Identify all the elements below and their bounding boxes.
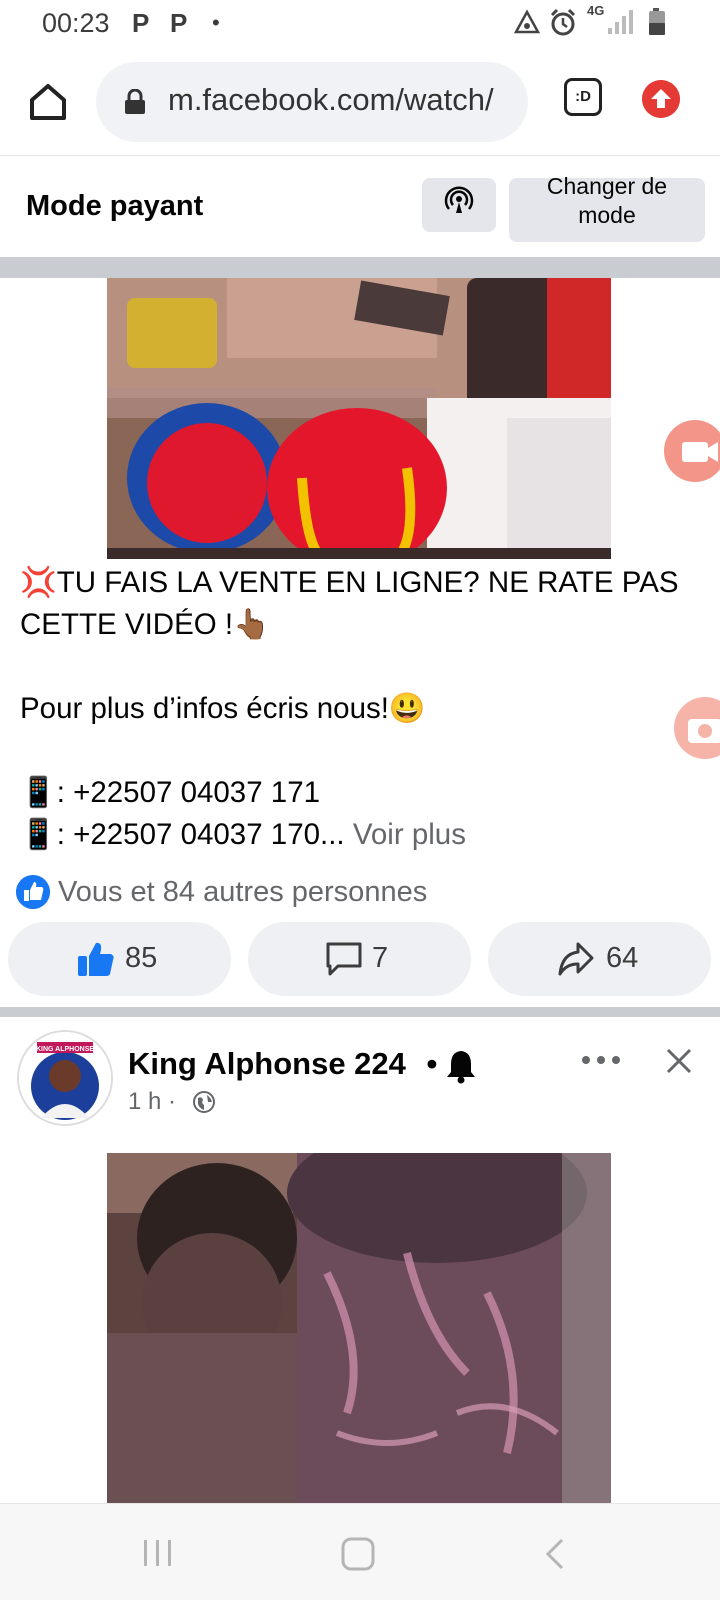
mode-title: Mode payant xyxy=(26,190,204,222)
video-record-icon xyxy=(682,442,718,462)
change-mode-button[interactable]: Changer de mode xyxy=(509,173,705,242)
url-bar[interactable]: m.facebook.com/watch/ xyxy=(96,62,528,142)
recent-apps-icon[interactable] xyxy=(140,1536,176,1570)
browser-toolbar: m.facebook.com/watch/ :D xyxy=(0,46,720,156)
share-count: 64 xyxy=(606,942,639,974)
post-image[interactable] xyxy=(107,1153,611,1503)
data-mode-header: Mode payant Changer de mode xyxy=(0,157,720,257)
close-icon[interactable] xyxy=(664,1046,694,1076)
thumbs-up-icon xyxy=(78,942,114,976)
caption-line: Pour plus d’infos écris nous!😃 xyxy=(20,692,426,725)
camera-icon xyxy=(688,719,720,743)
home-nav-icon[interactable] xyxy=(340,1536,376,1572)
caption-line: CETTE VIDÉO !👆🏾 xyxy=(20,608,270,641)
phone-line: 📱: +22507 04037 170... Voir plus xyxy=(20,814,710,856)
post-video-thumbnail[interactable] xyxy=(107,278,611,559)
change-mode-label-2: mode xyxy=(578,202,636,228)
comment-icon xyxy=(326,942,362,976)
reactions-text: Vous et 84 autres personnes xyxy=(58,876,428,908)
upload-icon[interactable] xyxy=(642,80,680,118)
author-line: King Alphonse 224 • xyxy=(128,1046,437,1082)
phone-number: 📱: +22507 04037 170... xyxy=(20,818,345,851)
like-count: 85 xyxy=(125,942,158,974)
like-button[interactable]: 85 xyxy=(8,922,231,996)
post-photo xyxy=(107,1153,611,1503)
avatar-image: KING ALPHONSE xyxy=(19,1032,111,1124)
caption-line: 💢TU FAIS LA VENTE EN LIGNE? NE RATE PAS xyxy=(20,566,679,599)
status-time: 00:23 xyxy=(42,8,110,38)
more-options-icon[interactable] xyxy=(578,1048,624,1072)
comment-count: 7 xyxy=(372,942,389,974)
feed-separator xyxy=(0,1007,720,1017)
url-text: m.facebook.com/watch/ xyxy=(168,82,494,117)
floating-video-button[interactable] xyxy=(664,420,720,482)
share-icon xyxy=(558,942,594,976)
status-bar: 00:23 P P • 4G xyxy=(0,0,720,46)
data-saver-icon xyxy=(513,9,541,34)
bell-icon[interactable] xyxy=(444,1048,478,1084)
video-thumbnail-image xyxy=(107,278,611,559)
signal-icon xyxy=(608,10,633,34)
see-more-link[interactable]: Voir plus xyxy=(345,818,466,851)
notification-p-icon: P xyxy=(170,8,188,38)
post-caption: 💢TU FAIS LA VENTE EN LIGNE? NE RATE PAS … xyxy=(20,562,710,856)
post-timestamp[interactable]: 1 h · xyxy=(128,1088,176,1116)
alarm-icon xyxy=(550,8,576,36)
phone-line: 📱: +22507 04037 171 xyxy=(20,776,321,809)
author-separator: • xyxy=(426,1046,438,1081)
comment-button[interactable]: 7 xyxy=(248,922,471,996)
broadcast-icon xyxy=(444,186,474,213)
globe-icon xyxy=(193,1091,215,1113)
notification-p-icon: P xyxy=(132,8,150,38)
back-icon[interactable] xyxy=(540,1536,570,1572)
notification-dot: • xyxy=(212,10,220,35)
battery-icon xyxy=(649,8,665,35)
author-avatar[interactable]: KING ALPHONSE xyxy=(17,1030,113,1126)
author-name[interactable]: King Alphonse 224 xyxy=(128,1046,406,1081)
share-button[interactable]: 64 xyxy=(488,922,711,996)
broadcast-button[interactable] xyxy=(422,178,496,232)
network-type: 4G xyxy=(587,3,605,18)
floating-camera-button[interactable] xyxy=(674,697,720,759)
home-icon[interactable] xyxy=(26,80,70,124)
lock-icon xyxy=(125,89,145,114)
like-reaction-icon xyxy=(16,875,50,909)
system-navigation-bar xyxy=(0,1503,720,1600)
avatar-banner-text: KING ALPHONSE xyxy=(36,1046,94,1053)
feed-separator xyxy=(0,257,720,278)
tab-switcher-button[interactable]: :D xyxy=(564,78,602,116)
